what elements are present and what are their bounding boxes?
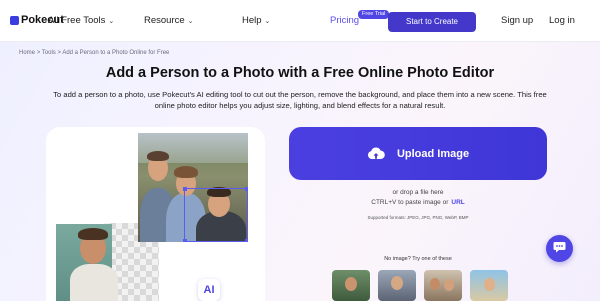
resize-handle[interactable] [183,239,187,242]
page-description: To add a person to a photo, use Pokecut'… [53,90,547,110]
breadcrumb-separator: > [36,50,41,56]
nav-all-free-tools[interactable]: All Free Tools ⌄ [48,15,114,26]
cloud-upload-icon [367,146,385,162]
chevron-down-icon: ⌄ [187,18,194,25]
drop-file-hint: or drop a file here [392,189,444,196]
chat-bubble-icon [553,240,566,258]
chevron-down-icon: ⌄ [264,18,271,25]
paste-hint-text: CTRL+V to paste image or [371,199,449,206]
nav-help-label: Help [242,15,262,26]
nav-resource-label: Resource [144,15,185,26]
logo-icon [10,15,19,25]
breadcrumb-separator: > [57,50,61,56]
breadcrumb: Home > Tools > Add a Person to a Photo O… [19,50,169,56]
free-trial-badge: Free Trial [358,10,390,19]
paste-hint: CTRL+V to paste image or URL [289,199,547,206]
ai-badge: AI [198,279,220,301]
breadcrumb-current: Add a Person to a Photo Online for Free [62,50,170,56]
nav-help[interactable]: Help ⌄ [242,15,270,26]
sample-images-title: No image? Try one of these [384,256,452,262]
page-title: Add a Person to a Photo with a Free Onli… [105,65,495,81]
person-hair [78,228,108,240]
sample-thumbnail[interactable] [470,270,508,301]
sample-thumbnail[interactable] [378,270,416,301]
cutout-person-photo [56,224,118,301]
person-hair [174,166,198,178]
group-selfie-photo [138,133,248,242]
nav-all-free-tools-label: All Free Tools [48,15,106,26]
chat-support-button[interactable] [546,235,573,262]
sample-thumbnails [332,270,508,301]
breadcrumb-tools[interactable]: Tools [42,50,56,56]
nav-sign-up[interactable]: Sign up [501,15,533,26]
breadcrumb-home[interactable]: Home [19,50,35,56]
person-face [430,278,440,290]
upload-image-button[interactable]: Upload Image [289,127,547,180]
resize-handle[interactable] [245,187,248,191]
sample-thumbnail[interactable] [424,270,462,301]
person-face [391,276,403,290]
start-to-create-button[interactable]: Start to Create [388,12,476,32]
person-face [345,277,357,291]
supported-formats: Supported formats: JPEG, JPG, PNG, WebP,… [367,215,469,220]
upload-image-label: Upload Image [396,147,470,160]
nav-resource[interactable]: Resource ⌄ [144,15,194,26]
person-hair [147,151,169,161]
top-navigation: Pokecut All Free Tools ⌄ Resource ⌄ Help ⌄ … [0,0,600,42]
sample-thumbnail[interactable] [332,270,370,301]
person-face [484,278,495,291]
url-link[interactable]: URL [451,199,464,206]
chevron-down-icon: ⌄ [108,18,115,25]
nav-pricing[interactable]: Pricing [330,15,359,26]
resize-handle[interactable] [245,239,248,242]
person-shirt [70,264,118,301]
demo-image-panel: AI [46,127,265,301]
selection-box[interactable] [183,187,248,242]
nav-log-in[interactable]: Log in [549,15,575,26]
person-face [444,279,454,291]
resize-handle[interactable] [183,187,187,191]
